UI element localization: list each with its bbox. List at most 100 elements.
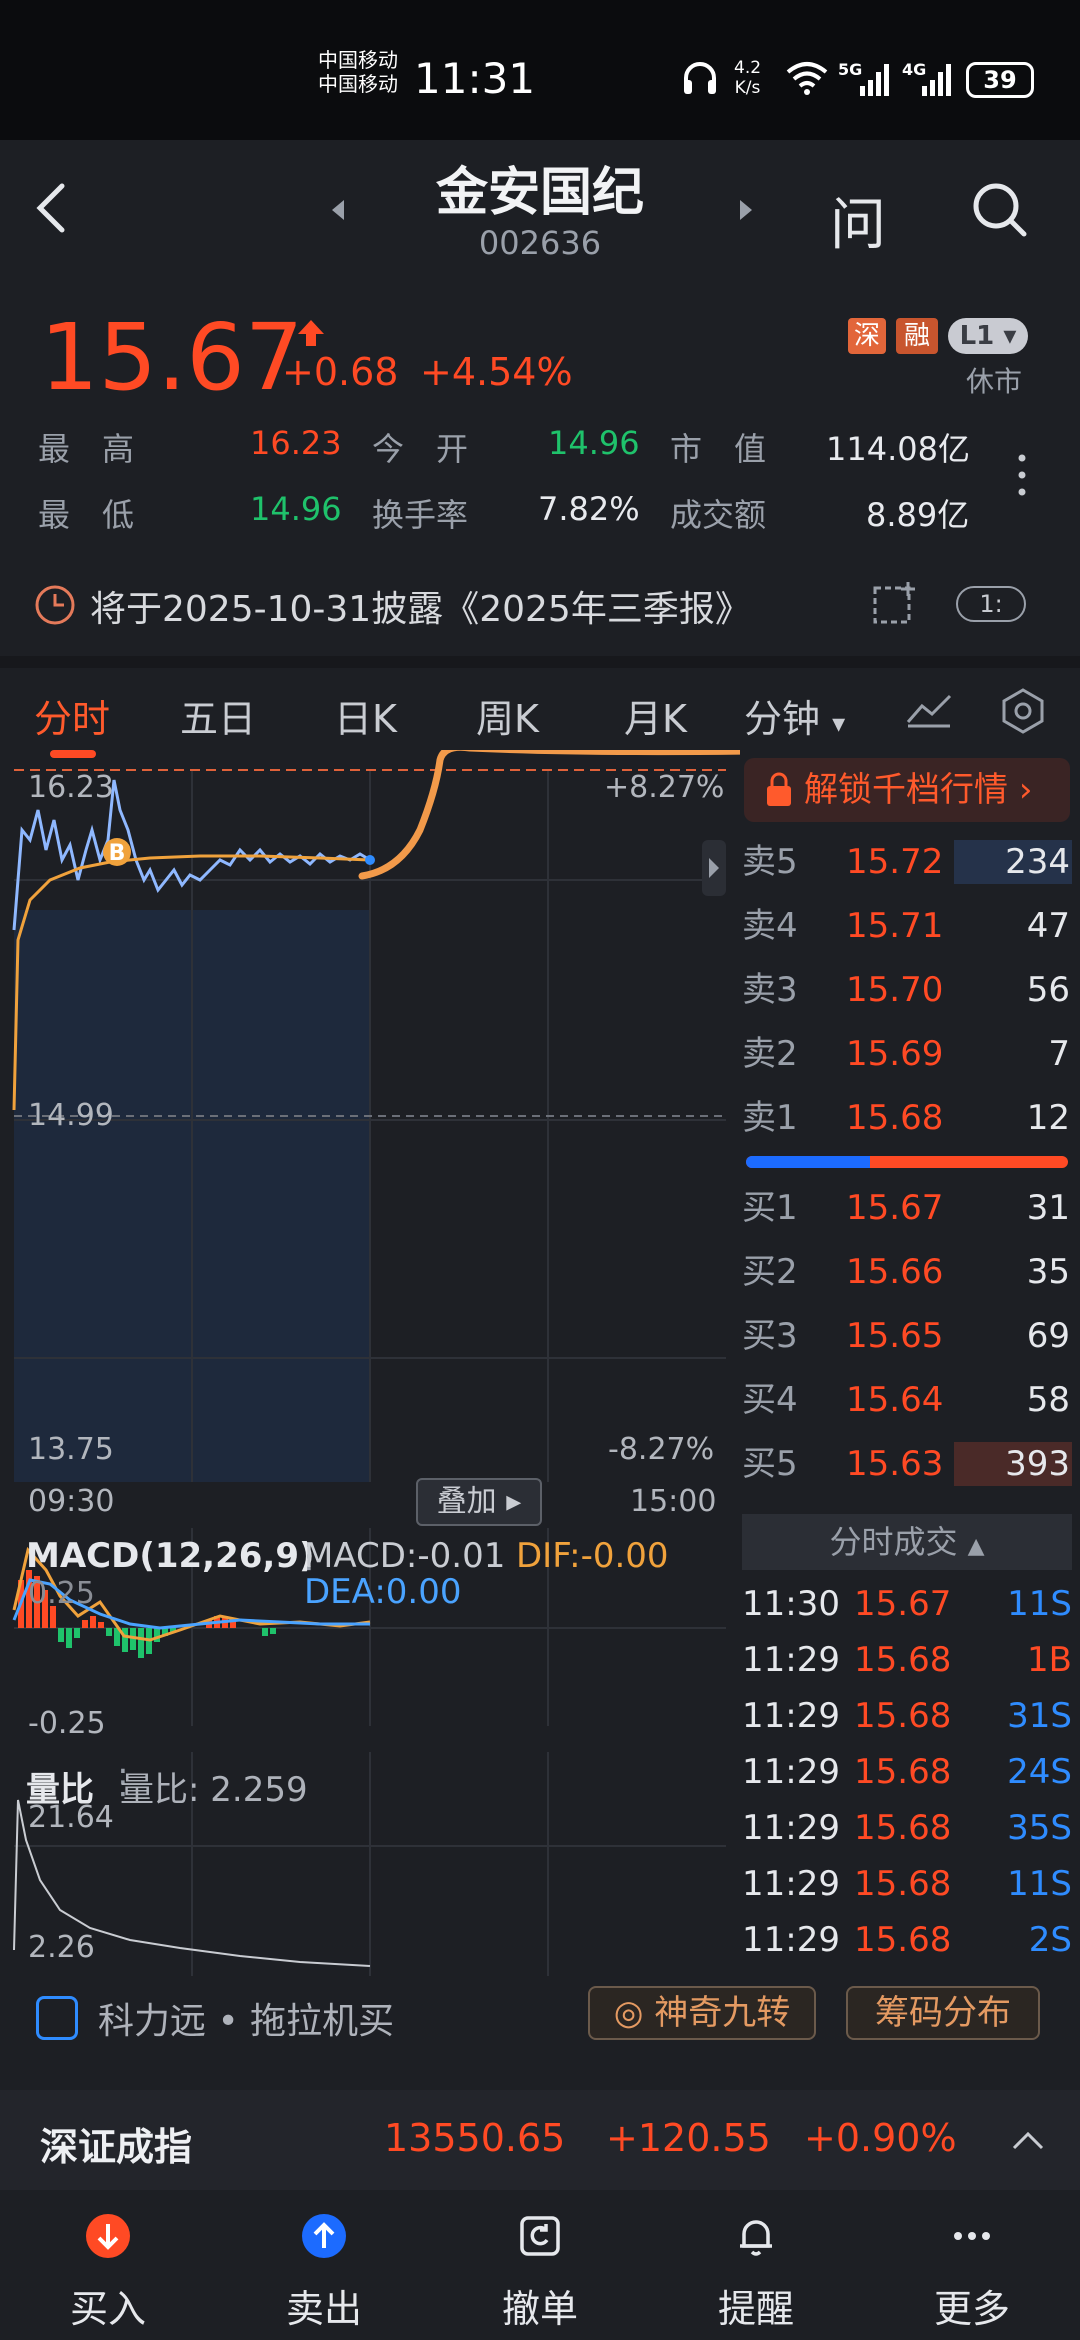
chart-style-icon[interactable] (904, 690, 954, 730)
bid-volume: 35 (1026, 1252, 1070, 1292)
ask-ratio-fill (746, 1156, 870, 1168)
signal-bars-2-icon (922, 64, 951, 96)
chevron-up-icon: ▲ (967, 1534, 985, 1559)
ask-row-2[interactable]: 卖2 15.69 7 (742, 1024, 1072, 1084)
ticks-header[interactable]: 分时成交 ▲ (742, 1514, 1072, 1570)
ask-label: 卖3 (742, 970, 798, 1010)
cancel-order-button[interactable]: 撤单 (470, 2212, 610, 2333)
tick-row: 11:29 15.68 2S (742, 1912, 1072, 1968)
overlay-label: 叠加 (436, 1484, 497, 1519)
amount-value: 8.89亿 (866, 496, 970, 534)
ask-row-3[interactable]: 卖3 15.70 56 (742, 960, 1072, 1020)
alert-label: 提醒 (717, 2287, 794, 2331)
chevron-up-icon[interactable] (1010, 2128, 1046, 2152)
search-icon[interactable] (968, 178, 1030, 240)
split-view-toggle[interactable]: 1: (956, 586, 1026, 622)
ask-row-5[interactable]: 卖5 15.72 234 (742, 832, 1072, 892)
bid-row-4[interactable]: 买4 15.64 58 (742, 1370, 1072, 1430)
tick-time: 11:30 (742, 1584, 840, 1624)
bid-volume: 31 (1026, 1188, 1070, 1228)
tab-minute[interactable]: 分钟 ▾ (744, 688, 845, 743)
overlay-button[interactable]: 叠加 ▸ (416, 1478, 542, 1526)
bid-row-2[interactable]: 买2 15.66 35 (742, 1242, 1072, 1302)
net-speed: 4.2 K/s (734, 58, 761, 98)
tab-weekly-k[interactable]: 周K (476, 688, 539, 743)
tick-time: 11:29 (742, 1752, 840, 1792)
tab-daily-k[interactable]: 日K (334, 688, 397, 743)
buy-marker: B (103, 838, 131, 866)
bid-volume: 58 (1026, 1380, 1070, 1420)
y-axis-high-pct: +8.27% (604, 770, 725, 805)
net-speed-value: 4.2 (734, 58, 762, 78)
settings-hexagon-icon[interactable] (998, 686, 1048, 736)
play-icon: ▸ (506, 1484, 522, 1519)
tick-time: 11:29 (742, 1864, 840, 1904)
signal-bars-icon (860, 64, 889, 96)
battery-indicator: 39 (966, 62, 1034, 98)
tick-row: 11:29 15.68 24S (742, 1744, 1072, 1800)
bid-label: 买2 (742, 1252, 798, 1292)
net-speed-unit: K/s (734, 78, 761, 98)
tick-price: 15.68 (854, 1696, 952, 1736)
market-cap-value: 114.08亿 (826, 430, 970, 468)
price-change-pct: +4.54% (420, 350, 573, 394)
bell-icon (740, 2220, 772, 2256)
cancel-order-icon (520, 2216, 560, 2256)
tick-volume: 24S (1007, 1752, 1072, 1792)
related-stock-link[interactable]: 科力远 • 拖拉机买 (98, 1992, 394, 2044)
tick-price: 15.68 (854, 1640, 952, 1680)
bid-row-1[interactable]: 买1 15.67 31 (742, 1178, 1072, 1238)
bid-row-5[interactable]: 买5 15.63 393 (742, 1434, 1072, 1494)
bid-price: 15.66 (846, 1252, 944, 1292)
index-change: +120.55 (606, 2116, 771, 2160)
stock-name: 金安国纪 (435, 163, 644, 223)
alert-button[interactable]: 提醒 (686, 2212, 826, 2333)
carrier-1: 中国移动 (318, 48, 398, 72)
open-value: 14.96 (548, 424, 640, 462)
tick-row: 11:29 15.68 1B (742, 1632, 1072, 1688)
ask-label: 卖5 (742, 842, 798, 882)
unlock-label: 解锁千档行情 (804, 770, 1008, 810)
bid-row-3[interactable]: 买3 15.65 69 (742, 1306, 1072, 1366)
tab-monthly-k[interactable]: 月K (624, 688, 687, 743)
bid-label: 买4 (742, 1380, 798, 1420)
add-to-watchlist-icon[interactable] (870, 580, 920, 630)
disclosure-notice[interactable]: 将于2025-10-31披露《2025年三季报》 (90, 580, 751, 632)
chip-distribution-button[interactable]: 筹码分布 (846, 1986, 1040, 2040)
bid-volume: 69 (1026, 1316, 1070, 1356)
tick-price: 15.68 (854, 1808, 952, 1848)
ask-label: 卖2 (742, 1034, 798, 1074)
level-selector[interactable]: L1 ▾ (948, 318, 1028, 354)
price-up-arrow-icon (298, 320, 324, 346)
y-axis-high: 16.23 (28, 770, 114, 805)
buy-button[interactable]: 买入 (38, 2212, 178, 2333)
ask-volume: 12 (1026, 1098, 1070, 1138)
status-clock: 11:31 (414, 54, 536, 103)
macd-value: MACD:-0.01 (304, 1536, 506, 1576)
magic-nine-button[interactable]: ◎ 神奇九转 (588, 1986, 816, 2040)
ask-row-4[interactable]: 卖4 15.71 47 (742, 896, 1072, 956)
index-change-pct: +0.90% (804, 2116, 957, 2160)
sell-button[interactable]: 卖出 (254, 2212, 394, 2333)
related-stock-note: 拖拉机买 (250, 2001, 395, 2042)
macd-title[interactable]: MACD(12,26,9) (26, 1536, 315, 1576)
low-value: 14.96 (250, 490, 342, 528)
stock-link-icon (36, 1996, 78, 2040)
open-label: 今 开 (372, 430, 469, 468)
tab-intraday[interactable]: 分时 (34, 688, 110, 743)
carrier-label: 中国移动 中国移动 (318, 48, 398, 96)
ticks-header-label: 分时成交 (829, 1523, 958, 1561)
last-price-dot (365, 855, 375, 865)
ask-label: 卖4 (742, 906, 798, 946)
more-button[interactable]: 更多 (902, 2212, 1042, 2333)
check-circle-icon: ◎ (613, 1993, 644, 2033)
separator-dot: • (217, 2001, 239, 2042)
tab-five-day[interactable]: 五日 (180, 688, 256, 743)
buy-label: 买入 (69, 2287, 146, 2331)
tick-time: 11:29 (742, 1808, 840, 1848)
tick-volume: 35S (1007, 1808, 1072, 1848)
ask-row-1[interactable]: 卖1 15.68 12 (742, 1088, 1072, 1148)
ask-button[interactable]: 问 (830, 180, 886, 261)
more-vertical-icon[interactable] (1010, 450, 1034, 500)
chevron-down-icon: ▾ (1003, 321, 1017, 351)
